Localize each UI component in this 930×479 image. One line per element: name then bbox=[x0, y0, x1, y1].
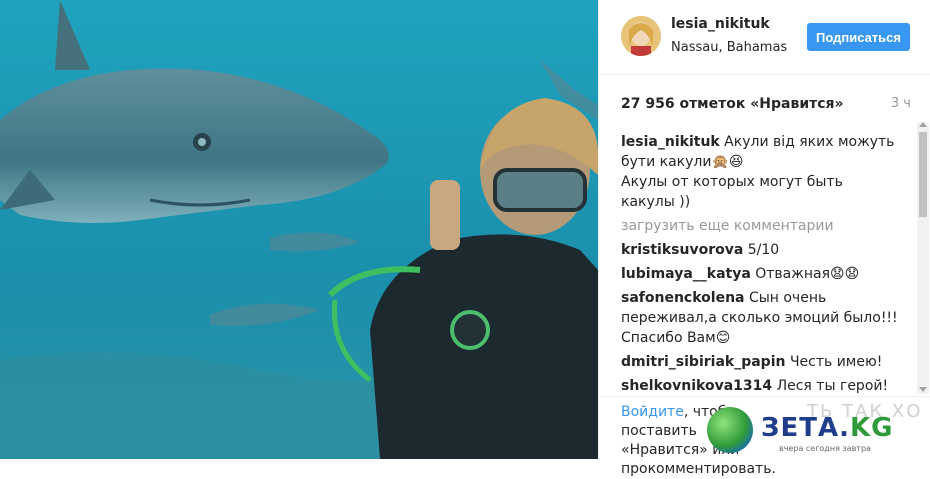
watermark-logo: ТЬ ТАК ХО ЗЕТА.KG вчера сегодня завтра bbox=[707, 401, 929, 453]
post-header: lesia_nikituk Nassau, Bahamas Подписатьс… bbox=[599, 0, 930, 75]
post-time[interactable]: 3 ч bbox=[891, 96, 911, 111]
comment-username[interactable]: lubimaya__katya bbox=[621, 266, 751, 282]
scroll-up-arrow-icon[interactable] bbox=[919, 122, 927, 127]
likes-row: 27 956 отметок «Нравится» 3 ч bbox=[621, 96, 911, 116]
scroll-down-arrow-icon[interactable] bbox=[919, 387, 927, 392]
shark-diver-image bbox=[0, 0, 598, 459]
post-side-panel: lesia_nikituk Nassau, Bahamas Подписатьс… bbox=[598, 0, 930, 477]
avatar-photo-icon bbox=[621, 16, 661, 56]
comments-scrollbar[interactable] bbox=[917, 122, 929, 394]
list-item: lubimaya__katya Отважная😧😧 bbox=[621, 264, 899, 284]
list-item: kristiksuvorova 5/10 bbox=[621, 240, 899, 260]
scroll-thumb[interactable] bbox=[919, 132, 927, 217]
list-item: safonenckolena Сын очень переживал,а ско… bbox=[621, 288, 899, 348]
follow-button[interactable]: Подписаться bbox=[807, 23, 910, 51]
post-photo[interactable] bbox=[0, 0, 598, 459]
list-item: dmitri_sibiriak_papin Честь имею! bbox=[621, 352, 899, 372]
comment-text: 5/10 bbox=[747, 242, 780, 258]
comment-username[interactable]: shelkovnikova1314 bbox=[621, 378, 772, 394]
watermark-brand-tld: KG bbox=[849, 413, 894, 443]
login-link[interactable]: Войдите bbox=[621, 404, 684, 420]
watermark-brand-main: ЗЕТА. bbox=[761, 413, 850, 443]
instagram-post: lesia_nikituk Nassau, Bahamas Подписатьс… bbox=[0, 0, 930, 477]
comment-username[interactable]: safonenckolena bbox=[621, 290, 744, 306]
globe-icon bbox=[707, 407, 753, 453]
comment-text: Отважная😧😧 bbox=[755, 266, 860, 282]
avatar[interactable] bbox=[621, 16, 661, 56]
likes-count[interactable]: 27 956 отметок «Нравится» bbox=[621, 96, 844, 112]
watermark-tagline: вчера сегодня завтра bbox=[779, 444, 871, 453]
caption: lesia_nikituk Акули від яких можуть бути… bbox=[621, 132, 899, 212]
post-location[interactable]: Nassau, Bahamas bbox=[671, 40, 787, 55]
post-username[interactable]: lesia_nikituk bbox=[671, 16, 770, 32]
comment-username[interactable]: kristiksuvorova bbox=[621, 242, 743, 258]
watermark-brand: ЗЕТА.KG bbox=[761, 413, 893, 443]
comments-list: lesia_nikituk Акули від яких можуть бути… bbox=[621, 132, 899, 394]
post-footer: Войдите, чтобы поставить «Нравится» или … bbox=[599, 396, 930, 477]
comment-username[interactable]: dmitri_sibiriak_papin bbox=[621, 354, 785, 370]
caption-username[interactable]: lesia_nikituk bbox=[621, 134, 720, 150]
comment-text: Честь имею! bbox=[789, 354, 883, 370]
caption-text-ru: Акулы от которых могут быть какулы )) bbox=[621, 174, 843, 210]
load-more-comments-link[interactable]: загрузить еще комментарии bbox=[621, 216, 899, 236]
login-prompt-text-3: прокомментировать. bbox=[621, 461, 776, 477]
list-item: shelkovnikova1314 Леся ты герой!💪💪💪 bbox=[621, 376, 899, 394]
